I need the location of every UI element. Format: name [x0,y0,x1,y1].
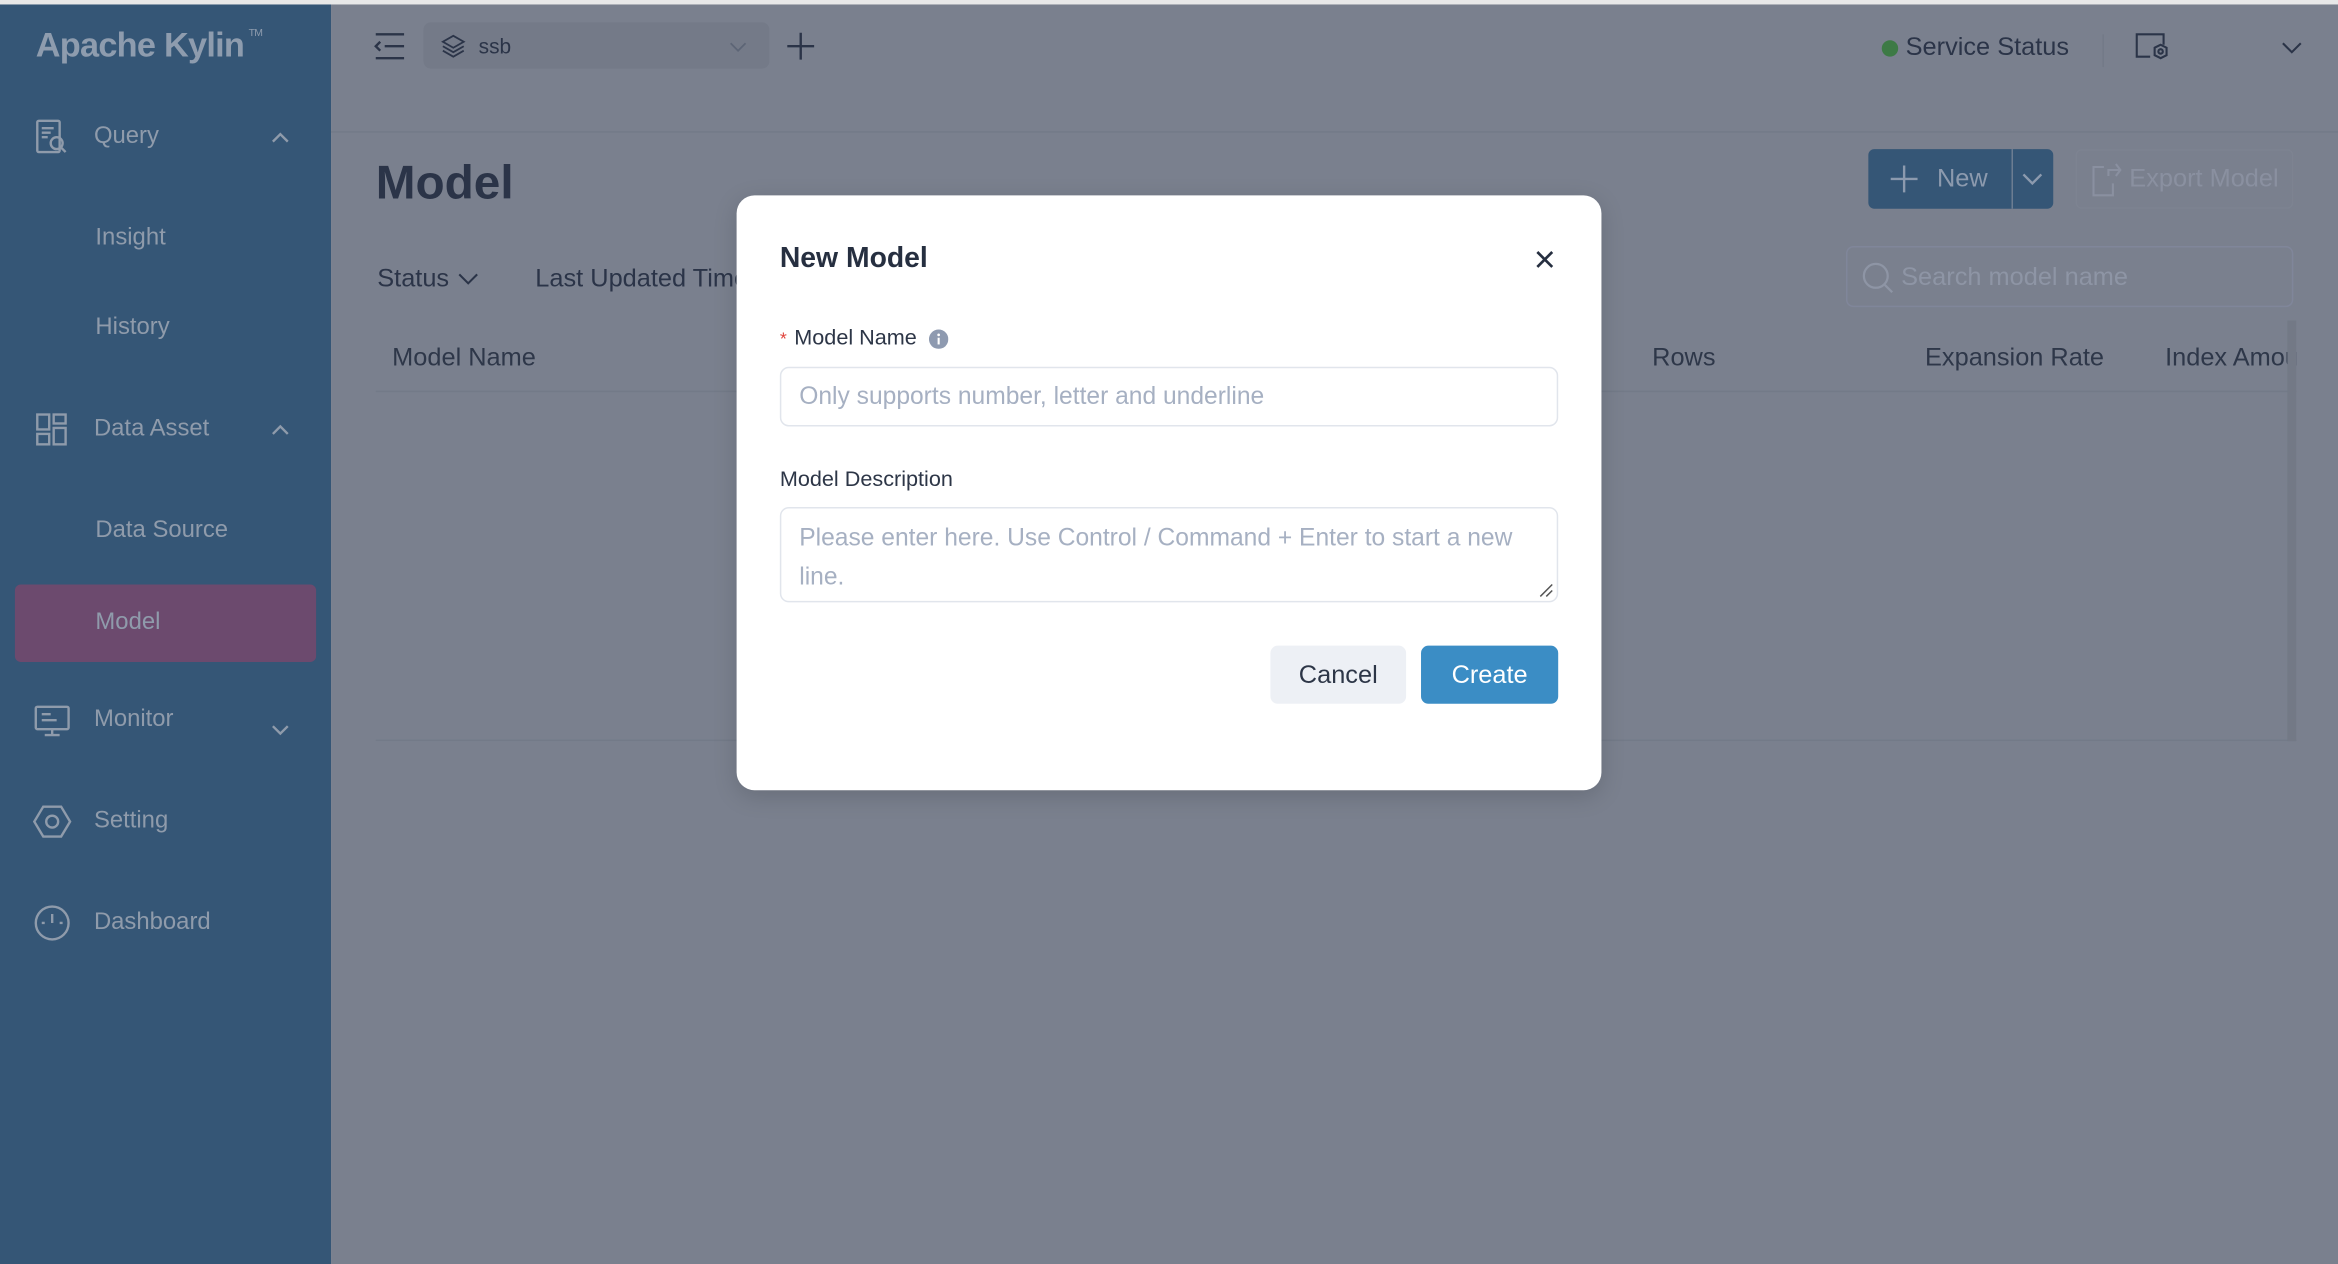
chevron-up-icon [272,132,289,143]
sidebar-item-label: Data Asset [93,416,210,442]
column-header-model-name[interactable]: Model Name [392,343,536,373]
collapse-menu-icon[interactable] [373,31,406,61]
sidebar-item-label: Setting [93,808,169,834]
sidebar-item-label: Dashboard [93,909,211,935]
column-header-rows[interactable]: Rows [1652,343,1715,373]
info-icon[interactable] [928,328,949,349]
sidebar-item-label: Data Source [95,517,229,543]
sidebar-item-insight[interactable]: Insight [0,209,331,269]
service-status-label: Service Status [1905,32,2070,62]
sidebar-item-history[interactable]: History [0,298,331,358]
divider [2011,149,2013,209]
sidebar-item-label: Insight [95,225,166,251]
model-name-label: * Model Name [779,326,949,351]
system-settings-icon[interactable] [2132,28,2171,67]
sidebar-item-setting[interactable]: Setting [0,792,331,852]
trademark: TM [248,28,263,39]
monitor-icon [34,705,70,737]
new-button-label: New [1936,164,1988,193]
status-filter[interactable]: Status [377,264,479,294]
export-label: Export Model [2129,164,2279,193]
export-icon [2092,163,2122,197]
layers-icon [441,34,466,57]
page-title: Model [375,155,514,209]
export-model-button[interactable]: Export Model [2075,149,2294,209]
status-dot-icon [1881,39,1899,56]
search-placeholder: Search model name [1901,261,2129,291]
service-status[interactable]: Service Status [1881,32,2070,63]
search-model-input[interactable]: Search model name [1845,246,2294,308]
close-icon[interactable] [1533,248,1557,272]
add-project-icon[interactable] [786,31,816,61]
sidebar: Apache Kylin TM Query Insight History Dat… [0,4,332,1264]
search-icon [1862,262,1893,293]
status-filter-label: Status [377,263,450,293]
chevron-down-icon[interactable] [2022,170,2043,188]
plus-icon [1890,165,1918,193]
divider [2102,34,2104,68]
chevron-down-icon [730,41,747,52]
chevron-up-icon [272,424,289,435]
cancel-button[interactable]: Cancel [1270,645,1407,704]
sidebar-item-label: Monitor [93,706,174,733]
setting-icon [32,805,72,838]
sidebar-item-query[interactable]: Query [0,107,331,167]
sidebar-item-label: Model [95,609,161,636]
data-asset-icon [36,413,67,446]
required-mark: * [779,328,787,349]
model-description-input[interactable] [779,506,1559,603]
column-header-index-amount[interactable]: Index Amou [2165,343,2296,373]
user-menu-chevron-icon[interactable] [2280,37,2304,58]
header-divider [331,131,2338,133]
sidebar-item-label: Query [93,123,159,150]
column-header-expansion-rate[interactable]: Expansion Rate [1925,343,2104,373]
create-button[interactable]: Create [1421,645,1559,704]
dialog-title: New Model [779,243,928,275]
table-scrollbar[interactable] [2287,320,2297,742]
new-button[interactable]: New [1868,149,2054,209]
sidebar-item-model[interactable]: Model [14,584,317,663]
project-name: ssb [478,33,512,58]
logo[interactable]: Apache Kylin TM [35,25,263,65]
sidebar-item-data-source[interactable]: Data Source [0,501,331,561]
model-description-label: Model Description [779,468,953,493]
last-updated-filter[interactable]: Last Updated Time [535,264,748,294]
sidebar-item-data-asset[interactable]: Data Asset [0,400,331,460]
model-name-label-text: Model Name [794,326,917,351]
chevron-down-icon [458,273,479,285]
chevron-down-icon [272,725,289,736]
query-icon [36,119,67,154]
dashboard-icon [34,905,70,941]
logo-text: Apache Kylin [35,25,245,65]
sidebar-item-monitor[interactable]: Monitor [0,690,331,750]
sidebar-item-label: History [95,314,170,340]
model-name-input[interactable] [779,366,1559,427]
new-model-dialog: New Model * Model Name Model Description… [736,195,1602,791]
resize-handle-icon[interactable] [1539,583,1554,598]
project-select[interactable]: ssb [423,22,770,69]
sidebar-item-dashboard[interactable]: Dashboard [0,893,331,953]
